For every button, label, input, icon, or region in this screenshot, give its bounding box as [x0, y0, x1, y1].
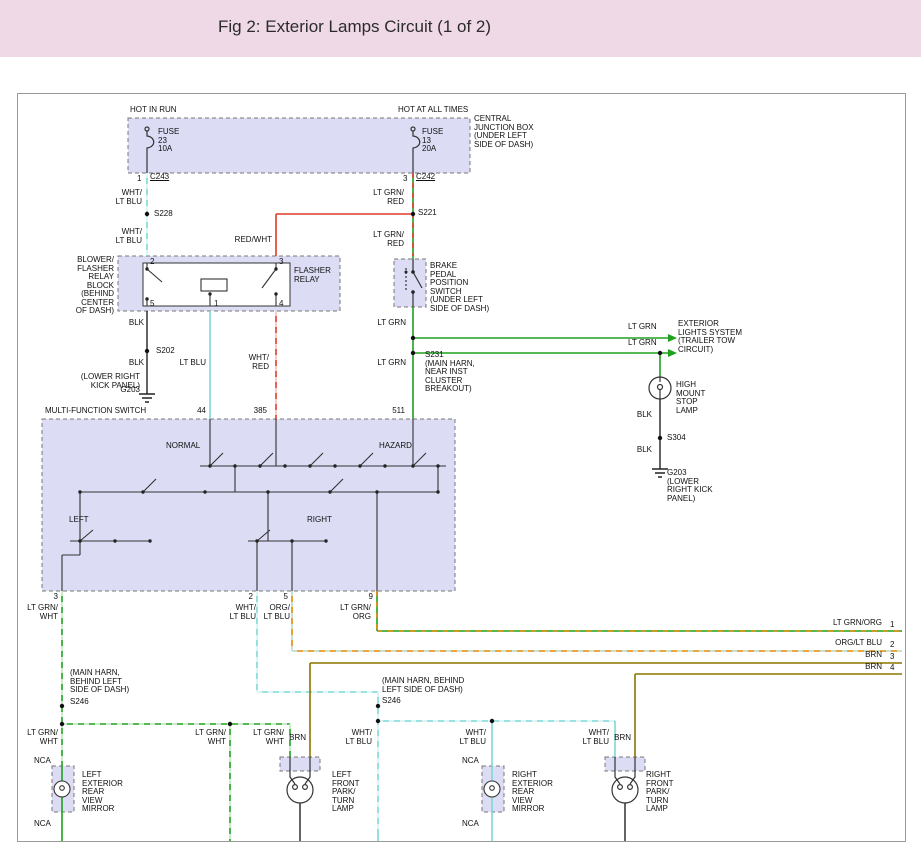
c242-pin-label: 3: [403, 175, 407, 184]
s228-label: S228: [154, 210, 173, 219]
g203-label-1: G203: [102, 386, 140, 395]
mfs-pin-44-label: 44: [178, 407, 206, 416]
main-harn-left-label: (MAIN HARN, BEHIND LEFT SIDE OF DASH): [70, 669, 129, 695]
left-mirror-label: LEFT EXTERIOR REAR VIEW MIRROR: [82, 771, 123, 814]
high-mount-stop-lamp-symbol: [649, 377, 671, 399]
brn-label-2: BRN: [599, 734, 631, 743]
org-lt-blu-label-1: ORG/ LT BLU: [250, 604, 290, 621]
right-mirror-label: RIGHT EXTERIOR REAR VIEW MIRROR: [512, 771, 553, 814]
blk-label-1: BLK: [106, 319, 144, 328]
c242-connector-label: C242: [416, 173, 435, 182]
wht-red-label: WHT/ RED: [224, 354, 269, 371]
trailer-tow-arrow-2: [668, 349, 677, 357]
wht-lt-blu-label-2: WHT/ LT BLU: [100, 228, 142, 245]
red-wht-label: RED/WHT: [216, 236, 272, 245]
s221-label: S221: [418, 209, 437, 218]
lt-grn-label-2: LT GRN: [354, 359, 406, 368]
org-lt-blu-right-label: ORG/LT BLU: [776, 639, 882, 648]
right-mirror-lamp-symbol: [484, 781, 500, 797]
left-label: LEFT: [69, 516, 89, 525]
normal-label: NORMAL: [166, 442, 200, 451]
circuit-number-4: 4: [890, 664, 894, 673]
lt-blu-label: LT BLU: [162, 359, 206, 368]
relay-block-label: BLOWER/ FLASHER RELAY BLOCK (BEHIND CENT…: [44, 256, 114, 316]
wht-lt-blu-label-1: WHT/ LT BLU: [100, 189, 142, 206]
exterior-lights-system-label: EXTERIOR LIGHTS SYSTEM (TRAILER TOW CIRC…: [678, 320, 742, 354]
s202-label: S202: [156, 347, 175, 356]
mfs-pin-385-label: 385: [239, 407, 267, 416]
relay-pin-4-label: 4: [279, 300, 283, 309]
relay-pin-1-label: 1: [214, 300, 218, 309]
hot-at-all-times-label: HOT AT ALL TIMES: [398, 106, 468, 115]
c243-pin-label: 1: [137, 175, 141, 184]
blk-label-4: BLK: [614, 446, 652, 455]
mfs-pin-2-label: 2: [239, 593, 253, 602]
lt-grn-org-label-1: LT GRN/ ORG: [331, 604, 371, 621]
circuit-number-2: 2: [890, 641, 894, 650]
fuse-23-label: FUSE 23 10A: [158, 128, 179, 154]
s304-label: S304: [667, 434, 686, 443]
right-front-lamp-connector-box: [605, 757, 645, 771]
high-mount-stop-lamp-label: HIGH MOUNT STOP LAMP: [676, 381, 705, 415]
figure-header: Fig 2: Exterior Lamps Circuit (1 of 2): [0, 0, 921, 57]
wiring-diagram-page: Fig 2: Exterior Lamps Circuit (1 of 2): [0, 0, 921, 846]
lt-grn-red-label-2: LT GRN/ RED: [348, 231, 404, 248]
nca-label-1: NCA: [34, 757, 51, 766]
wht-lt-blu-label-4: WHT/ LT BLU: [332, 729, 372, 746]
lt-grn-wht-label-1: LT GRN/ WHT: [18, 604, 58, 621]
main-harn-mid-label: (MAIN HARN, BEHIND LEFT SIDE OF DASH): [382, 677, 464, 694]
circuit-number-3: 3: [890, 653, 894, 662]
fuse-13-label: FUSE 13 20A: [422, 128, 443, 154]
mfs-pin-9-label: 9: [359, 593, 373, 602]
left-mirror-lamp-symbol: [54, 781, 70, 797]
mfs-pin-5-label: 5: [274, 593, 288, 602]
right-front-lamp-label: RIGHT FRONT PARK/ TURN LAMP: [646, 771, 674, 814]
lt-grn-wht-label-2: LT GRN/ WHT: [18, 729, 58, 746]
s231-note-label: S231 (MAIN HARN, NEAR INST CLUSTER BREAK…: [425, 351, 475, 394]
nca-label-4: NCA: [462, 820, 479, 829]
nca-label-3: NCA: [462, 757, 479, 766]
s246-left-label: S246: [70, 698, 89, 707]
hazard-label: HAZARD: [379, 442, 412, 451]
nca-label-2: NCA: [34, 820, 51, 829]
multi-function-switch-label: MULTI-FUNCTION SWITCH: [45, 407, 146, 416]
wht-lt-blu-label-5: WHT/ LT BLU: [446, 729, 486, 746]
blk-label-3: BLK: [614, 411, 652, 420]
brake-pedal-switch-box: [394, 259, 426, 307]
left-front-lamp-connector-box: [280, 757, 320, 771]
blk-label-2: BLK: [106, 359, 144, 368]
brn-label-1: BRN: [274, 734, 306, 743]
lt-grn-org-right-label: LT GRN/ORG: [776, 619, 882, 628]
right-label: RIGHT: [307, 516, 332, 525]
lt-grn-red-label-1: LT GRN/ RED: [348, 189, 404, 206]
g203-note-label: G203 (LOWER RIGHT KICK PANEL): [667, 469, 713, 503]
flasher-relay-label: FLASHER RELAY: [294, 267, 331, 284]
circuit-diagram: HOT IN RUN HOT AT ALL TIMES FUSE 23 10A …: [17, 93, 906, 842]
s246-mid-label: S246: [382, 697, 401, 706]
c243-connector-label: C243: [150, 173, 169, 182]
lt-grn-label-4: LT GRN: [628, 339, 657, 348]
central-junction-box-label: CENTRAL JUNCTION BOX (UNDER LEFT SIDE OF…: [474, 115, 534, 149]
relay-pin-5-label: 5: [150, 300, 154, 309]
lt-grn-wht-label-3: LT GRN/ WHT: [186, 729, 226, 746]
left-front-lamp-label: LEFT FRONT PARK/ TURN LAMP: [332, 771, 360, 814]
relay-pin-3-label: 3: [279, 258, 283, 267]
brn-right-label-3: BRN: [818, 651, 882, 660]
brake-switch-label: BRAKE PEDAL POSITION SWITCH (UNDER LEFT …: [430, 262, 489, 313]
circuit-number-1: 1: [890, 621, 894, 630]
relay-pin-2-label: 2: [150, 258, 154, 267]
lt-grn-label-1: LT GRN: [354, 319, 406, 328]
lt-grn-label-3: LT GRN: [628, 323, 657, 332]
hot-in-run-label: HOT IN RUN: [130, 106, 177, 115]
component-boxes: [42, 118, 645, 812]
brn-right-label-4: BRN: [818, 663, 882, 672]
trailer-tow-arrow-1: [668, 334, 677, 342]
mfs-pin-3-label: 3: [44, 593, 58, 602]
mfs-pin-511-label: 511: [377, 407, 405, 416]
figure-title: Fig 2: Exterior Lamps Circuit (1 of 2): [218, 17, 491, 37]
